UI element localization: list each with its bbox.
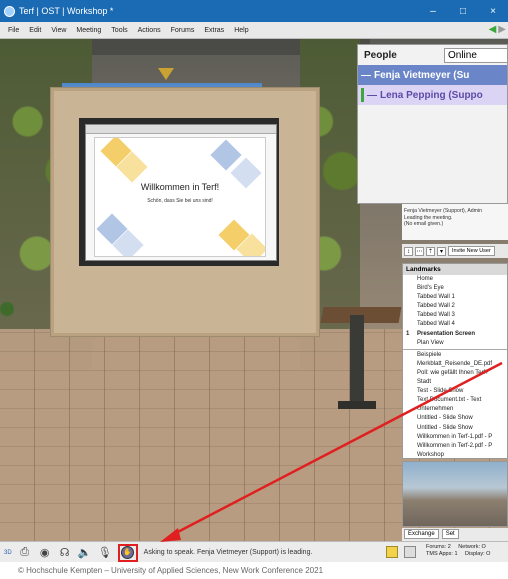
annotation-arrow (160, 361, 503, 542)
terf-window: Terf | OST | Workshop * – □ × File Edit … (0, 0, 508, 562)
footer-caption: © Hochschule Kempten – University of App… (18, 566, 324, 575)
arrow-line (171, 361, 503, 537)
arrow-head (160, 528, 181, 542)
